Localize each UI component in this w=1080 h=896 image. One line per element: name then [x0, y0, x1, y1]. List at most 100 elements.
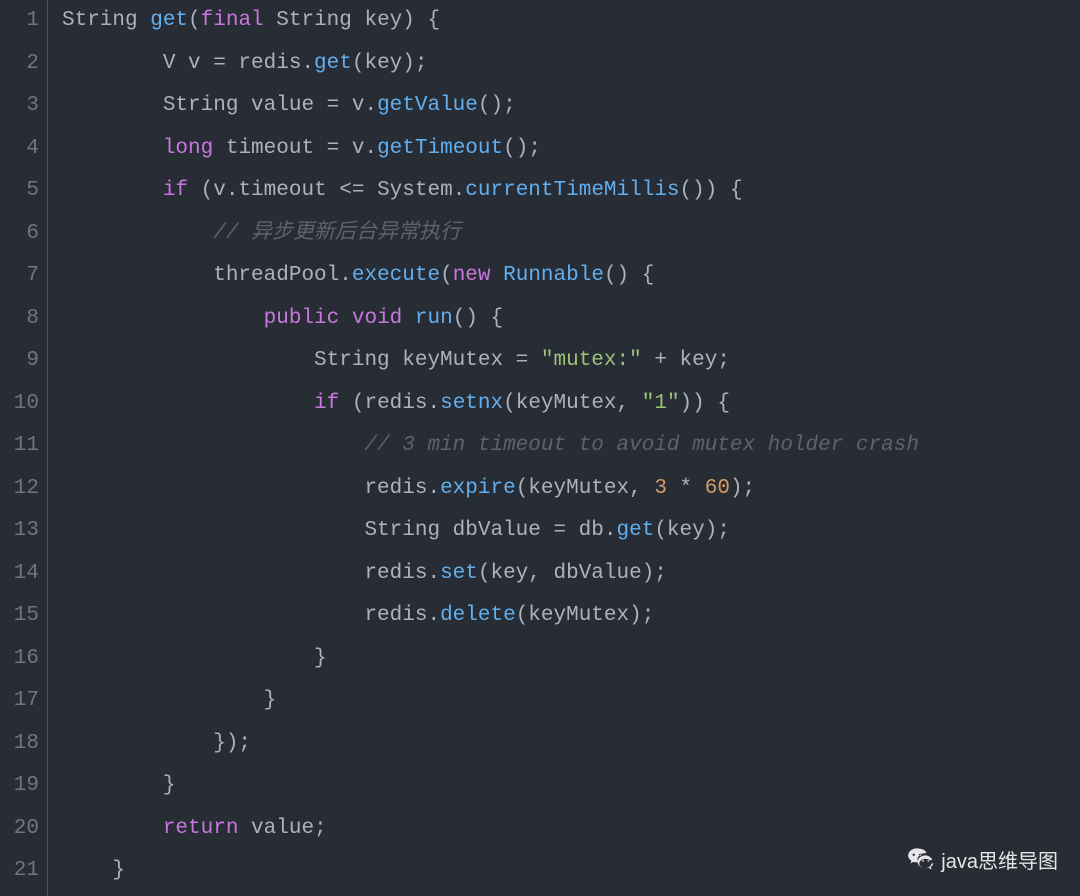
token-punct: } — [62, 647, 327, 670]
token-punct: (key); — [352, 52, 428, 75]
token-punct: (keyMutex); — [516, 604, 655, 627]
line-number: 2 — [0, 43, 39, 86]
token-ident — [62, 392, 314, 415]
line-number: 14 — [0, 553, 39, 596]
code-line[interactable]: }); — [62, 723, 1080, 766]
line-number: 10 — [0, 383, 39, 426]
code-line[interactable]: redis.delete(keyMutex); — [62, 595, 1080, 638]
code-line[interactable]: if (redis.setnx(keyMutex, "1")) { — [62, 383, 1080, 426]
token-comment: // 异步更新后台异常执行 — [213, 222, 461, 245]
token-method: getValue — [377, 94, 478, 117]
token-punct: ) — [402, 9, 415, 32]
token-punct: } — [62, 859, 125, 882]
token-ident: (redis. — [339, 392, 440, 415]
token-keyword: void — [352, 307, 402, 330]
token-ident — [62, 434, 364, 457]
token-keyword: if — [314, 392, 339, 415]
token-number: 60 — [705, 477, 730, 500]
token-keyword: new — [453, 264, 491, 287]
token-method: currentTimeMillis — [465, 179, 679, 202]
line-number: 7 — [0, 255, 39, 298]
token-method: run — [415, 307, 453, 330]
token-ident: value; — [238, 817, 326, 840]
token-ident: + key; — [642, 349, 730, 372]
token-ident — [491, 264, 504, 287]
token-punct: { — [415, 9, 440, 32]
token-ident: String dbValue = db. — [62, 519, 617, 542]
line-number: 3 — [0, 85, 39, 128]
token-method: execute — [352, 264, 440, 287]
token-ident: String keyMutex = — [62, 349, 541, 372]
token-punct: (); — [503, 137, 541, 160]
token-punct: ( — [440, 264, 453, 287]
token-ident: String value = v. — [62, 94, 377, 117]
token-ident — [62, 307, 264, 330]
token-ident — [62, 179, 163, 202]
code-line[interactable]: redis.expire(keyMutex, 3 * 60); — [62, 468, 1080, 511]
token-ident: timeout = v. — [213, 137, 377, 160]
token-method: set — [440, 562, 478, 585]
line-number: 21 — [0, 850, 39, 893]
token-method: getTimeout — [377, 137, 503, 160]
line-number: 17 — [0, 680, 39, 723]
token-method: Runnable — [503, 264, 604, 287]
code-editor: 123456789101112131415161718192021 String… — [0, 0, 1080, 896]
line-number-gutter: 123456789101112131415161718192021 — [0, 0, 48, 896]
token-ident — [62, 817, 163, 840]
line-number: 19 — [0, 765, 39, 808]
line-number: 8 — [0, 298, 39, 341]
token-punct: (); — [478, 94, 516, 117]
code-line[interactable]: String get(final String key) { — [62, 0, 1080, 43]
token-punct: ()) { — [680, 179, 743, 202]
code-line[interactable]: return value; — [62, 808, 1080, 851]
token-keyword: return — [163, 817, 239, 840]
token-string: "mutex:" — [541, 349, 642, 372]
token-method: expire — [440, 477, 516, 500]
token-ident: (v.timeout <= System. — [188, 179, 465, 202]
token-ident: redis. — [62, 477, 440, 500]
code-line[interactable]: V v = redis.get(key); — [62, 43, 1080, 86]
token-method: get — [617, 519, 655, 542]
code-line[interactable]: } — [62, 765, 1080, 808]
line-number: 13 — [0, 510, 39, 553]
code-line[interactable]: } — [62, 680, 1080, 723]
token-ident: redis. — [62, 562, 440, 585]
token-ident: threadPool. — [62, 264, 352, 287]
token-type: String key — [264, 9, 403, 32]
code-line[interactable]: } — [62, 638, 1080, 681]
line-number: 5 — [0, 170, 39, 213]
code-line[interactable]: // 3 min timeout to avoid mutex holder c… — [62, 425, 1080, 468]
token-type: String — [62, 9, 150, 32]
code-line[interactable]: threadPool.execute(new Runnable() { — [62, 255, 1080, 298]
token-ident: * — [667, 477, 705, 500]
token-punct: (key); — [654, 519, 730, 542]
token-ident — [62, 137, 163, 160]
line-number: 9 — [0, 340, 39, 383]
token-method: setnx — [440, 392, 503, 415]
token-punct: } — [62, 689, 276, 712]
code-line[interactable]: // 异步更新后台异常执行 — [62, 213, 1080, 256]
code-line[interactable]: String dbValue = db.get(key); — [62, 510, 1080, 553]
token-ident: redis. — [62, 604, 440, 627]
token-method: delete — [440, 604, 516, 627]
token-punct: ); — [730, 477, 755, 500]
token-punct: (key, dbValue); — [478, 562, 667, 585]
watermark: java思维导图 — [907, 845, 1058, 874]
code-line[interactable]: if (v.timeout <= System.currentTimeMilli… — [62, 170, 1080, 213]
token-ident: V v = redis. — [62, 52, 314, 75]
code-content[interactable]: String get(final String key) { V v = red… — [48, 0, 1080, 896]
token-string: "1" — [642, 392, 680, 415]
token-keyword: if — [163, 179, 188, 202]
code-line[interactable]: String value = v.getValue(); — [62, 85, 1080, 128]
line-number: 1 — [0, 0, 39, 43]
code-line[interactable]: public void run() { — [62, 298, 1080, 341]
token-keyword: public — [264, 307, 340, 330]
code-line[interactable]: long timeout = v.getTimeout(); — [62, 128, 1080, 171]
token-method: get — [150, 9, 188, 32]
code-line[interactable]: redis.set(key, dbValue); — [62, 553, 1080, 596]
token-punct: )) { — [680, 392, 730, 415]
token-punct: } — [62, 774, 175, 797]
token-number: 3 — [654, 477, 667, 500]
token-punct: () { — [604, 264, 654, 287]
code-line[interactable]: String keyMutex = "mutex:" + key; — [62, 340, 1080, 383]
